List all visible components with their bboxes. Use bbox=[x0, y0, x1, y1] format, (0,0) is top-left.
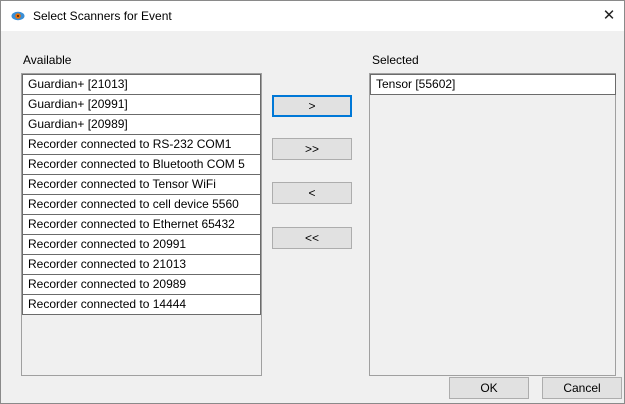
available-label: Available bbox=[23, 53, 72, 67]
list-item[interactable]: Recorder connected to Ethernet 65432 bbox=[22, 214, 261, 235]
remove-button[interactable]: < bbox=[272, 182, 352, 204]
list-item[interactable]: Guardian+ [21013] bbox=[22, 74, 261, 95]
list-item[interactable]: Guardian+ [20989] bbox=[22, 114, 261, 135]
list-item[interactable]: Recorder connected to 20989 bbox=[22, 274, 261, 295]
list-item[interactable]: Guardian+ [20991] bbox=[22, 94, 261, 115]
list-item[interactable]: Recorder connected to 14444 bbox=[22, 294, 261, 315]
selected-list[interactable]: Tensor [55602] bbox=[369, 73, 616, 376]
list-item[interactable]: Recorder connected to cell device 5560 bbox=[22, 194, 261, 215]
add-button[interactable]: > bbox=[272, 95, 352, 117]
list-item[interactable]: Recorder connected to Tensor WiFi bbox=[22, 174, 261, 195]
list-item[interactable]: Recorder connected to RS-232 COM1 bbox=[22, 134, 261, 155]
cancel-button[interactable]: Cancel bbox=[542, 377, 622, 399]
list-item[interactable]: Recorder connected to 20991 bbox=[22, 234, 261, 255]
ok-button[interactable]: OK bbox=[449, 377, 529, 399]
available-rows: Guardian+ [21013] Guardian+ [20991] Guardi… bbox=[22, 74, 261, 315]
available-list[interactable]: Guardian+ [21013] Guardian+ [20991] Guardi… bbox=[21, 73, 262, 376]
list-item[interactable]: Tensor [55602] bbox=[370, 74, 616, 95]
eye-icon bbox=[11, 9, 25, 23]
selected-label: Selected bbox=[372, 53, 419, 67]
add-all-button[interactable]: >> bbox=[272, 138, 352, 160]
dialog-title: Select Scanners for Event bbox=[33, 9, 172, 23]
list-item[interactable]: Recorder connected to 21013 bbox=[22, 254, 261, 275]
remove-all-button[interactable]: << bbox=[272, 227, 352, 249]
close-button[interactable]: ✕ bbox=[594, 1, 624, 31]
dialog-window: Select Scanners for Event ✕ Available Se… bbox=[0, 0, 625, 404]
title-bar[interactable]: Select Scanners for Event ✕ bbox=[1, 1, 624, 31]
list-item[interactable]: Recorder connected to Bluetooth COM 5 bbox=[22, 154, 261, 175]
